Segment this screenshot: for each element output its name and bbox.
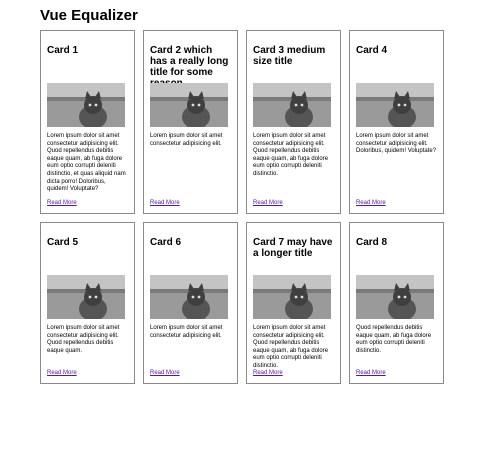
page-title: Vue Equalizer [40, 7, 138, 24]
cat-image [47, 83, 125, 127]
card-title: Card 7 may have a longer title [253, 237, 333, 259]
card-title: Card 3 medium size title [253, 45, 326, 67]
card-body: Lorem ipsum dolor sit amet consectetur a… [253, 325, 329, 369]
card: Card 3 medium size title Lorem ipsum dol… [246, 30, 341, 214]
read-more-link[interactable]: Read More [150, 200, 180, 206]
cat-image [150, 83, 228, 127]
cat-image [253, 275, 331, 319]
read-more-link[interactable]: Read More [150, 370, 180, 376]
card: Card 7 may have a longer title Lorem ips… [246, 222, 341, 384]
cat-image [47, 275, 125, 319]
card: Card 5 Lorem ipsum dolor sit amet consec… [40, 222, 135, 384]
card-body: Lorem ipsum dolor sit amet consectetur a… [47, 133, 126, 193]
card-title: Card 1 [47, 45, 79, 56]
card: Card 6 Lorem ipsum dolor sit amet consec… [143, 222, 238, 384]
cat-image [356, 83, 434, 127]
card: Card 8 Quod repellendus debitis eaque qu… [349, 222, 444, 384]
cat-image [253, 83, 331, 127]
read-more-link[interactable]: Read More [356, 370, 386, 376]
card-body: Quod repellendus debitis eaque quam, ab … [356, 325, 432, 354]
card-grid: Card 1 Lorem ipsum dolor sit amet consec… [40, 30, 444, 384]
card-body: Lorem ipsum dolor sit amet consectetur a… [150, 133, 223, 147]
card-body: Lorem ipsum dolor sit amet consectetur a… [47, 325, 120, 354]
card-title: Card 5 [47, 237, 79, 248]
read-more-link[interactable]: Read More [47, 200, 77, 206]
card-body: Lorem ipsum dolor sit amet consectetur a… [150, 325, 223, 339]
card: Card 2 which has a really long title for… [143, 30, 238, 214]
card-title: Card 8 [356, 237, 388, 248]
cat-image [356, 275, 434, 319]
card-title: Card 6 [150, 237, 182, 248]
read-more-link[interactable]: Read More [47, 370, 77, 376]
card-body: Lorem ipsum dolor sit amet consectetur a… [253, 133, 329, 177]
card-title: Card 4 [356, 45, 388, 56]
read-more-link[interactable]: Read More [253, 200, 283, 206]
card: Card 1 Lorem ipsum dolor sit amet consec… [40, 30, 135, 214]
cat-image [150, 275, 228, 319]
card: Card 4 Lorem ipsum dolor sit amet consec… [349, 30, 444, 214]
read-more-link[interactable]: Read More [253, 370, 283, 376]
card-body: Lorem ipsum dolor sit amet consectetur a… [356, 133, 437, 155]
read-more-link[interactable]: Read More [356, 200, 386, 206]
